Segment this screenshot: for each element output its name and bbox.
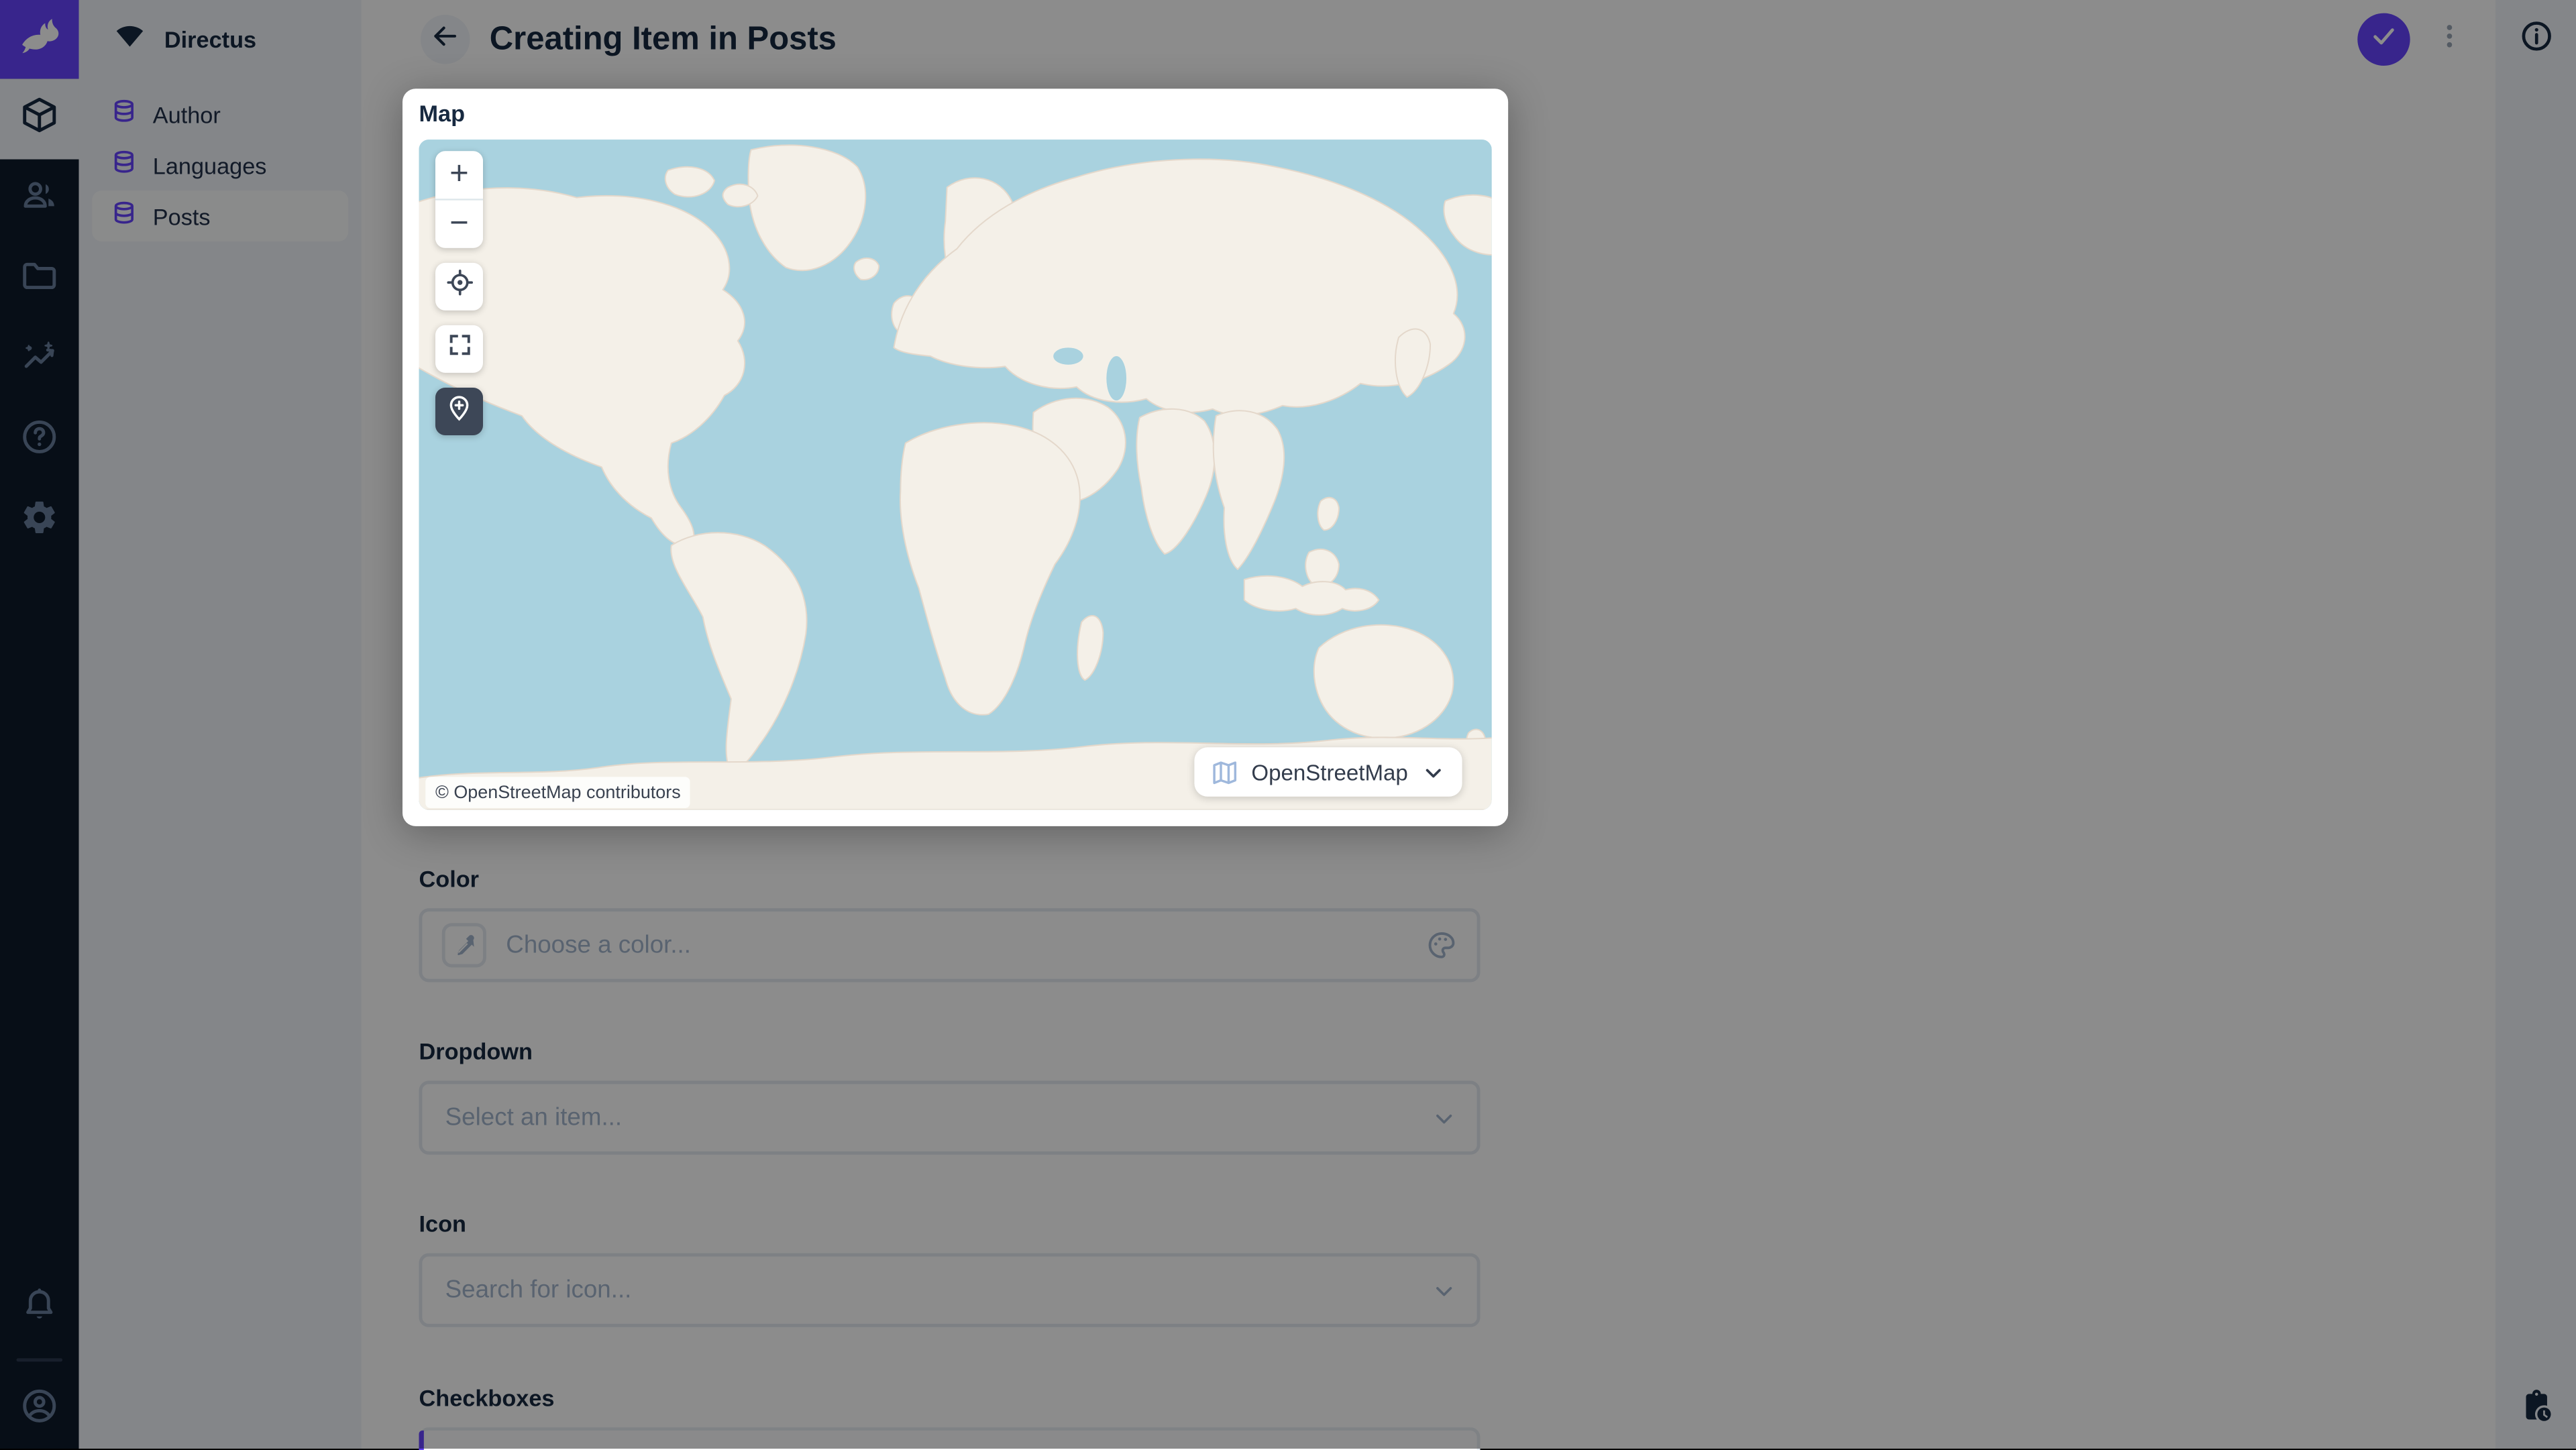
basemap-label: OpenStreetMap	[1251, 759, 1408, 785]
minus-icon: −	[449, 204, 469, 241]
chevron-down-icon	[1421, 760, 1446, 785]
zoom-in-button[interactable]: +	[435, 151, 483, 199]
directus-app: Directus Author Languages Posts Creating…	[0, 0, 2576, 1450]
zoom-out-button[interactable]: −	[435, 200, 483, 248]
map-canvas[interactable]: + − © OpenStreetMap contributors OpenStr…	[419, 140, 1492, 810]
map-icon	[1210, 758, 1238, 786]
fullscreen-button[interactable]	[435, 325, 483, 373]
fullscreen-icon	[446, 332, 472, 366]
basemap-selector[interactable]: OpenStreetMap	[1193, 747, 1462, 797]
pin-plus-icon	[445, 394, 474, 430]
map-field-label: Map	[419, 100, 466, 127]
map-field-card: Map + − © OpenStreetMap contributors Ope…	[402, 89, 1509, 826]
map-attribution[interactable]: © OpenStreetMap contributors	[425, 777, 691, 808]
add-marker-button[interactable]	[435, 387, 483, 435]
map-controls: + −	[435, 151, 483, 435]
world-map	[419, 140, 1492, 810]
geolocate-icon	[444, 268, 474, 305]
zoom-control-group: + −	[435, 151, 483, 248]
plus-icon: +	[449, 155, 469, 192]
geolocate-button[interactable]	[435, 262, 483, 311]
